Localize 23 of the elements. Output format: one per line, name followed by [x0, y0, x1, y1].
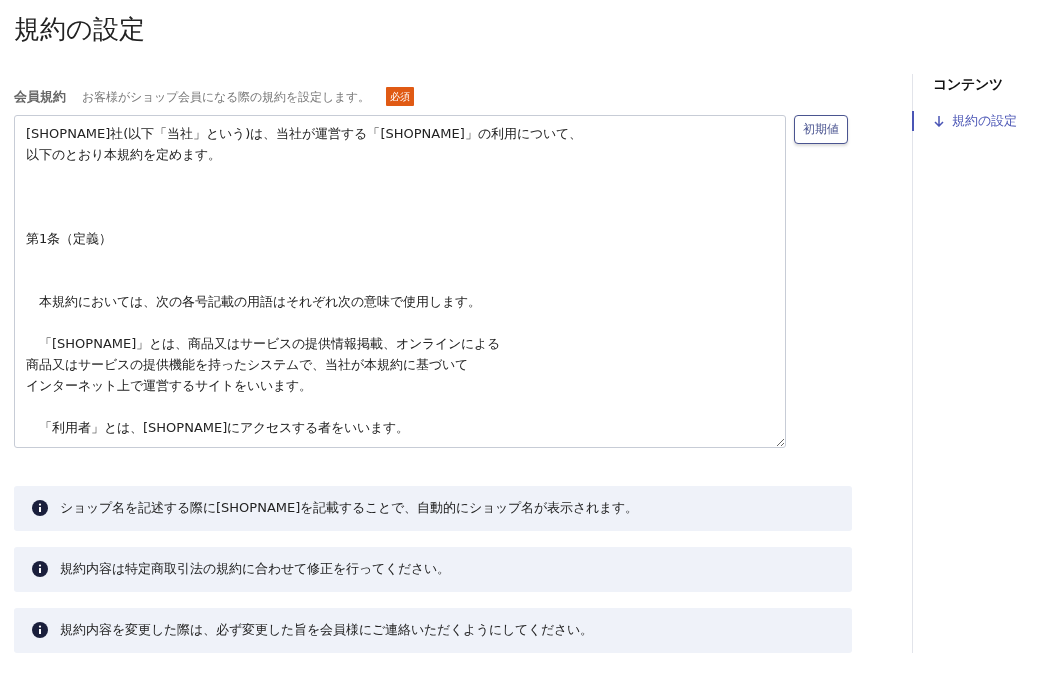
text-line: 「利用者」とは、[SHOPNAME]にアクセスする者をいいます。: [38, 418, 411, 437]
note-text: ショップ名を記述する際に[SHOPNAME]を記載することで、自動的にショップ名が表示されます。: [60, 499, 639, 518]
terms-textarea[interactable]: [14, 114, 786, 448]
info-icon: [32, 500, 48, 517]
text-line: 本規約においては、次の各号記載の用語はそれぞれ次の意味で使用します。: [38, 292, 482, 311]
help-text: お客様がショップ会員になる際の規約を設定します。: [82, 88, 370, 106]
info-icon: [32, 561, 48, 578]
field-label: 会員規約: [14, 88, 66, 107]
note-text: 規約内容は特定商取引法の規約に合わせて修正を行ってください。: [60, 560, 450, 579]
toc-heading: コンテンツ: [933, 75, 1004, 94]
text-line: 第1条（定義）: [26, 229, 114, 248]
text-line: 「[SHOPNAME]」とは、商品又はサービスの提供情報掲載、オンラインによる: [38, 334, 502, 353]
reset-button[interactable]: 初期値: [794, 114, 848, 144]
page-title: 規約の設定: [14, 14, 146, 46]
info-icon: [32, 622, 48, 639]
toc-link[interactable]: 規約の設定: [912, 111, 1017, 131]
text-line: インターネット上で運営するサイトをいいます。: [26, 376, 313, 395]
text-line: 以下のとおり本規約を定めます。: [26, 145, 222, 164]
note-text: 規約内容を変更した際は、必ず変更した旨を会員様にご連絡いただくようにしてください。: [60, 621, 593, 640]
arrow-down-icon: [934, 114, 944, 127]
required-badge: 必須: [386, 87, 414, 107]
text-line: [SHOPNAME]社(以下「当社」という)は、当社が運営する「[SHOPNAME]」の利用について、: [26, 124, 583, 143]
text-line: 商品又はサービスの提供機能を持ったシステムで、当社が本規約に基づいて: [26, 355, 469, 374]
